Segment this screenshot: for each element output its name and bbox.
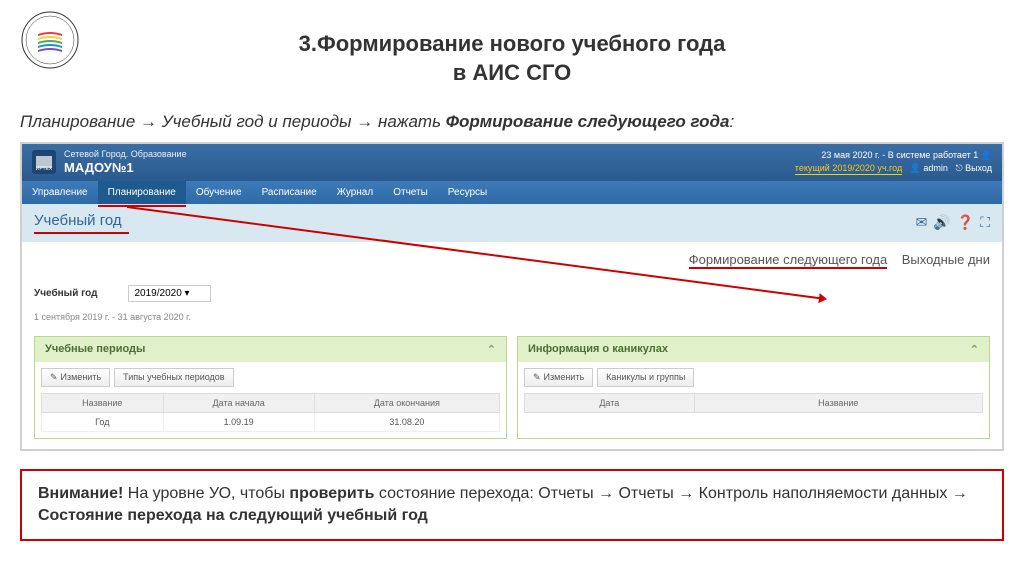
nav-schedule[interactable]: Расписание (252, 181, 327, 204)
year-select[interactable]: 2019/2020 ▾ (128, 285, 211, 302)
table-row: Год 1.09.19 31.08.20 (42, 412, 500, 431)
collapse-icon[interactable]: ⌃ (970, 343, 979, 356)
vacation-table: Дата Название (524, 393, 983, 413)
col-name: Название (42, 393, 164, 412)
col-start: Дата начала (163, 393, 314, 412)
periods-table: Название Дата начала Дата окончания Год … (41, 393, 500, 432)
vacation-groups-button[interactable]: Каникулы и группы (597, 368, 694, 387)
app-header: ИРТЕХ Сетевой Город. Образование МАДОУ№1… (22, 144, 1002, 180)
institution-logo (20, 10, 80, 70)
col-date: Дата (525, 393, 695, 412)
system-date-info: 23 мая 2020 г. - В системе работает 1 👤 (795, 149, 992, 162)
year-label: Учебный год (34, 288, 98, 299)
page-title-bar: Учебный год ✉ 🔊 ❓ ⛶ (22, 204, 1002, 242)
user-link[interactable]: admin (923, 163, 948, 173)
study-periods-panel: Учебные периоды ⌃ ✎ Изменить Типы учебны… (34, 336, 507, 439)
col-end: Дата окончания (314, 393, 499, 412)
year-date-range: 1 сентября 2019 г. - 31 августа 2020 г. (22, 308, 1002, 326)
slide-title: 3.Формирование нового учебного года в АИ… (0, 0, 1024, 97)
edit-vacation-button[interactable]: ✎ Изменить (524, 368, 593, 387)
instruction-text: Планирование → Учебный год и периоды → н… (0, 97, 1024, 142)
vacation-info-panel: Информация о каникулах ⌃ ✎ Изменить Кани… (517, 336, 990, 439)
warning-box: Внимание! На уровне УО, чтобы проверить … (20, 469, 1004, 542)
mail-icon[interactable]: ✉ (916, 214, 928, 231)
logout-link[interactable]: Выход (965, 163, 992, 173)
page-toolbar-icons: ✉ 🔊 ❓ ⛶ (916, 214, 990, 231)
help-icon[interactable]: ❓ (957, 214, 974, 231)
edit-periods-button[interactable]: ✎ Изменить (41, 368, 110, 387)
fullscreen-icon[interactable]: ⛶ (980, 214, 990, 231)
current-year-badge: текущий 2019/2020 уч.год (795, 162, 902, 176)
app-org-name: МАДОУ№1 (64, 160, 187, 176)
panel1-title: Учебные периоды (45, 343, 145, 355)
page-title: Учебный год (34, 212, 122, 229)
app-screenshot: ИРТЕХ Сетевой Город. Образование МАДОУ№1… (20, 142, 1004, 450)
form-next-year-link[interactable]: Формирование следующего года (689, 252, 891, 267)
nav-resources[interactable]: Ресурсы (438, 181, 497, 204)
app-logo-icon: ИРТЕХ (32, 150, 56, 174)
col-name2: Название (694, 393, 982, 412)
nav-education[interactable]: Обучение (186, 181, 252, 204)
panel2-title: Информация о каникулах (528, 343, 668, 355)
nav-journal[interactable]: Журнал (327, 181, 384, 204)
action-bar: Формирование следующего года Выходные дн… (22, 242, 1002, 279)
year-selector-row: Учебный год 2019/2020 ▾ (22, 279, 1002, 308)
holidays-link[interactable]: Выходные дни (902, 252, 990, 267)
main-nav: Управление Планирование Обучение Расписа… (22, 181, 1002, 204)
nav-reports[interactable]: Отчеты (383, 181, 438, 204)
nav-management[interactable]: Управление (22, 181, 98, 204)
collapse-icon[interactable]: ⌃ (487, 343, 496, 356)
sound-icon[interactable]: 🔊 (933, 214, 950, 231)
nav-planning[interactable]: Планирование (98, 181, 186, 204)
period-types-button[interactable]: Типы учебных периодов (114, 368, 233, 387)
svg-text:ИРТЕХ: ИРТЕХ (36, 166, 53, 172)
app-subtitle: Сетевой Город. Образование (64, 149, 187, 160)
